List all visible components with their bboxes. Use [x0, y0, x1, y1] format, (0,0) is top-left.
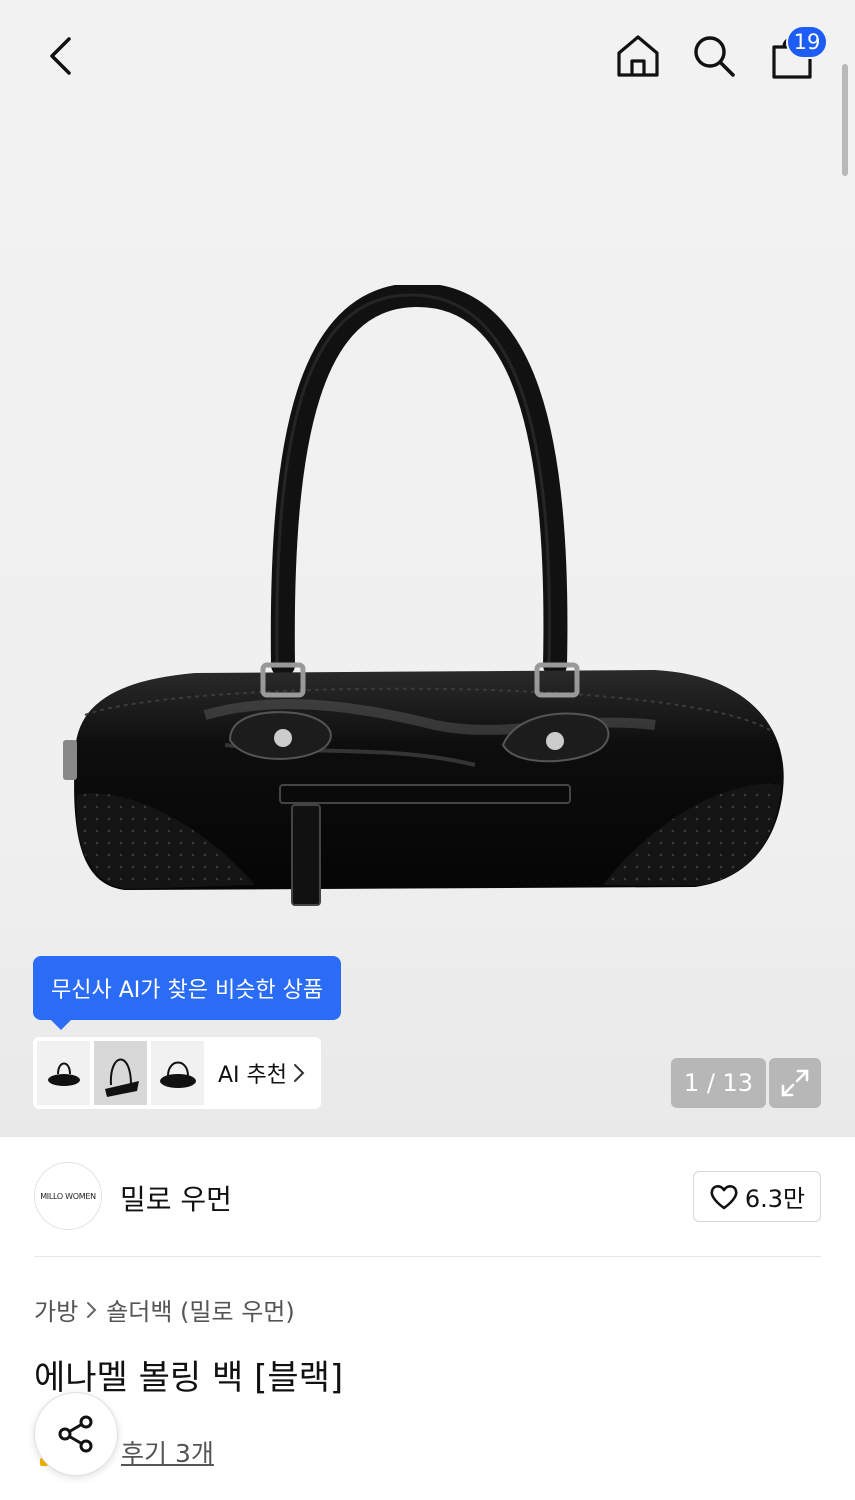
share-icon	[58, 1415, 93, 1453]
brand-logo[interactable]: MILLO WOMEN	[34, 1162, 102, 1230]
cart-count-badge: 19	[786, 25, 828, 59]
chevron-right-icon	[86, 1301, 98, 1319]
home-icon	[617, 35, 659, 77]
home-button[interactable]	[608, 26, 668, 86]
bag-thumbnail	[47, 1062, 80, 1086]
divider	[34, 1256, 821, 1257]
ai-recommend-strip[interactable]: AI 추천	[33, 1037, 321, 1109]
ai-recommend-label: AI 추천	[218, 1063, 288, 1088]
breadcrumb-category[interactable]: 가방	[34, 1292, 78, 1327]
brand-row: MILLO WOMEN 밀로 우먼 6.3만	[34, 1162, 821, 1230]
scrollbar[interactable]	[842, 64, 848, 176]
chevron-right-icon	[294, 1064, 305, 1082]
like-count: 6.3만	[744, 1185, 806, 1213]
similar-product-thumb[interactable]	[94, 1041, 147, 1105]
bag-thumbnail	[159, 1061, 196, 1088]
chevron-left-icon	[50, 37, 71, 75]
bag-thumbnail	[104, 1058, 139, 1097]
like-button[interactable]: 6.3만	[693, 1171, 821, 1222]
brand-logo-text: MILLO WOMEN	[40, 1191, 96, 1201]
similar-product-thumb[interactable]	[151, 1041, 204, 1105]
expand-image-button[interactable]	[769, 1058, 821, 1108]
back-button[interactable]	[30, 28, 90, 84]
search-icon	[694, 36, 735, 77]
product-image[interactable]	[55, 285, 795, 910]
brand-name[interactable]: 밀로 우먼	[120, 1178, 232, 1218]
review-link[interactable]: 후기 3개	[121, 1434, 214, 1470]
breadcrumb-subcategory[interactable]: 숄더백 (밀로 우먼)	[106, 1292, 295, 1327]
similar-product-thumb[interactable]	[37, 1041, 90, 1105]
expand-arrows-icon	[781, 1069, 809, 1097]
ai-similar-tooltip[interactable]: 무신사 AI가 찾은 비슷한 상품	[33, 956, 342, 1030]
product-image-gallery[interactable]: 19 무신사 AI가 찾은 비슷한 상품 AI 추천 1 / 13	[0, 0, 855, 1137]
heart-icon	[710, 1184, 738, 1209]
breadcrumb: 가방 숄더백 (밀로 우먼)	[34, 1292, 295, 1327]
share-button[interactable]	[34, 1392, 118, 1476]
image-page-counter: 1 / 13	[671, 1058, 766, 1108]
search-button[interactable]	[684, 26, 744, 86]
